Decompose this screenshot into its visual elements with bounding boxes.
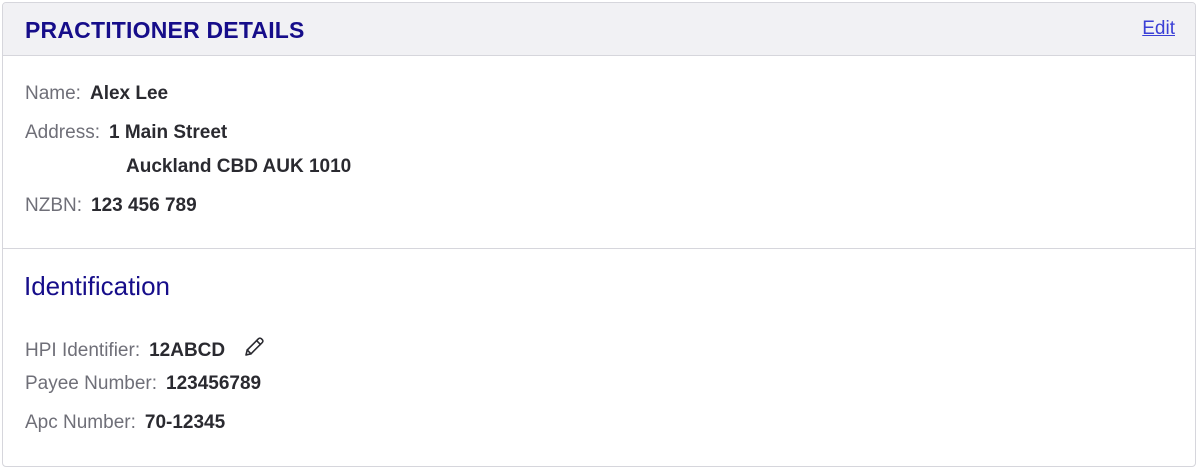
name-value: Alex Lee [89,83,169,104]
address-label: Address: [25,122,100,143]
address-line2: Auckland CBD AUK 1010 [126,156,352,177]
address-line1: 1 Main Street [108,122,228,143]
card-title: PRACTITIONER DETAILS [25,17,305,43]
identification-title: Identification [24,271,170,301]
apc-label: Apc Number: [25,412,136,433]
practitioner-details-card: PRACTITIONER DETAILS Edit Name: Alex Lee … [2,2,1196,467]
practitioner-details-section: Name: Alex Lee Address: 1 Main Street Auck… [3,56,1195,249]
name-row: Name: Alex Lee [25,83,168,105]
address-row: Address: 1 Main Street [25,122,227,144]
apc-value: 70-12345 [144,412,226,433]
pencil-icon[interactable] [242,335,266,365]
hpi-label: HPI Identifier: [25,340,141,361]
identification-section: Identification HPI Identifier: 12ABCD Pay… [3,249,1195,466]
edit-link[interactable]: Edit [1142,18,1175,40]
name-label: Name: [25,83,81,104]
payee-value: 123456789 [166,373,262,394]
card-header: PRACTITIONER DETAILS Edit [3,3,1195,56]
nzbn-value: 123 456 789 [91,195,197,216]
hpi-row: HPI Identifier: 12ABCD [25,335,266,365]
nzbn-row: NZBN: 123 456 789 [25,195,197,217]
payee-label: Payee Number: [25,373,158,394]
apc-row: Apc Number: 70-12345 [25,412,225,434]
hpi-value: 12ABCD [149,340,226,361]
payee-row: Payee Number: 123456789 [25,373,261,395]
nzbn-label: NZBN: [25,195,82,216]
